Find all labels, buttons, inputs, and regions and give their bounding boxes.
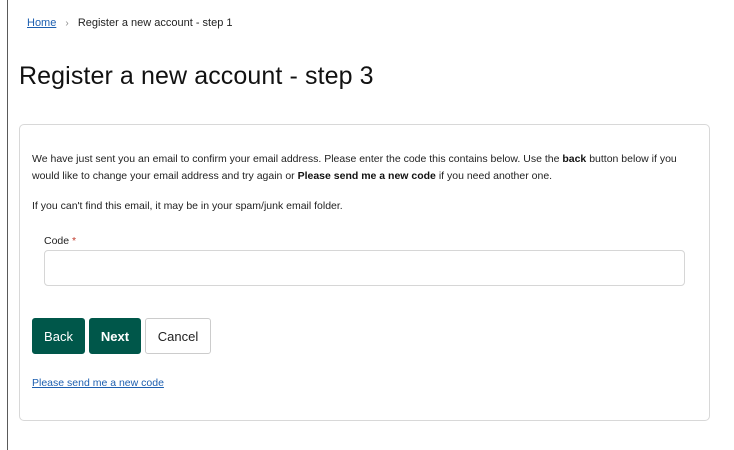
breadcrumb-home-link[interactable]: Home [27, 17, 56, 29]
code-label: Code * [44, 235, 76, 247]
required-marker: * [72, 235, 77, 247]
instructions-text: We have just sent you an email to confir… [32, 151, 704, 185]
instructions-part-1: We have just sent you an email to confir… [32, 153, 563, 165]
spam-note: If you can't find this email, it may be … [32, 200, 343, 212]
resend-code-link[interactable]: Please send me a new code [32, 377, 164, 389]
next-button[interactable]: Next [89, 318, 141, 354]
code-input[interactable] [44, 250, 685, 286]
breadcrumb-current: Register a new account - step 1 [77, 17, 233, 29]
page-title: Register a new account - step 3 [19, 62, 374, 90]
instructions-part-3: if you need another one. [435, 170, 553, 182]
breadcrumb: Home › Register a new account - step 1 [27, 17, 233, 29]
back-button[interactable]: Back [32, 318, 85, 354]
code-label-text: Code [44, 235, 70, 247]
instructions-back-bold: back [562, 153, 587, 165]
cancel-button[interactable]: Cancel [145, 318, 211, 354]
breadcrumb-chevron-icon: › [65, 18, 69, 29]
instructions-resend-bold: Please send me a new code [297, 170, 436, 182]
registration-card: We have just sent you an email to confir… [19, 124, 710, 421]
